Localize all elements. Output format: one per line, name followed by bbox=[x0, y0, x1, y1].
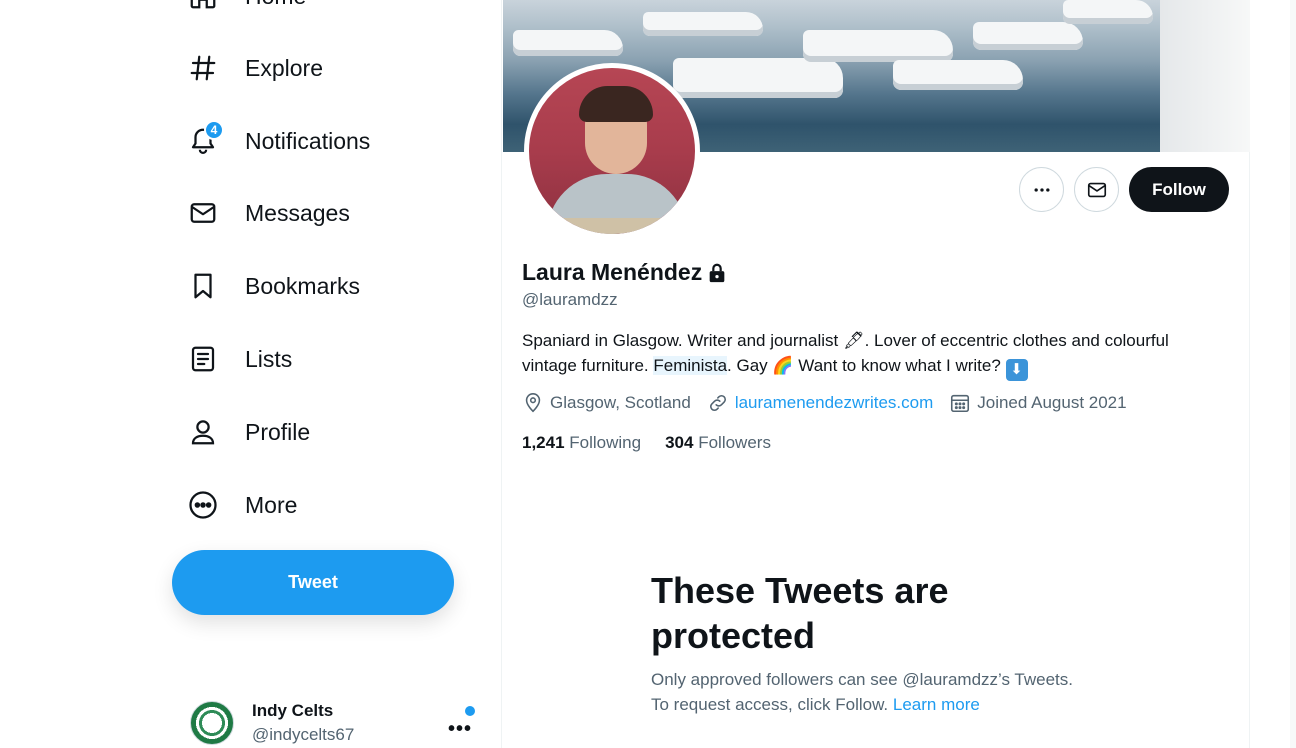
banner-pier bbox=[1160, 0, 1250, 152]
profile-meta: Glasgow, Scotland lauramenendezwrites.co… bbox=[522, 392, 1143, 414]
message-button[interactable] bbox=[1074, 167, 1119, 212]
banner-boat bbox=[643, 12, 763, 36]
pen-emoji: 🖋 bbox=[842, 331, 865, 350]
following-link[interactable]: 1,241 Following bbox=[522, 433, 641, 453]
calendar-icon bbox=[951, 394, 970, 413]
profile-website[interactable]: lauramenendezwrites.com bbox=[707, 392, 933, 414]
more-dots-icon bbox=[1034, 187, 1049, 192]
bio-hashtag-highlight[interactable]: Feminista bbox=[653, 356, 728, 375]
sidebar-item-label: Bookmarks bbox=[245, 272, 361, 299]
hashtag-icon bbox=[180, 45, 226, 91]
profile-handle: @lauramdzz bbox=[522, 290, 618, 309]
banner-boat bbox=[513, 30, 623, 56]
protected-tweets-message: Only approved followers can see @lauramd… bbox=[651, 670, 1073, 714]
envelope-icon bbox=[1087, 182, 1106, 197]
bookmark-icon bbox=[180, 263, 226, 309]
banner-boat bbox=[893, 60, 1023, 90]
sidebar-item-label: More bbox=[245, 491, 298, 518]
rainbow-emoji: 🌈 bbox=[772, 356, 794, 375]
link-icon bbox=[709, 395, 726, 411]
sidebar-item-label: Explore bbox=[245, 54, 323, 81]
more-options-button[interactable] bbox=[1019, 167, 1064, 212]
followers-link[interactable]: 304 Followers bbox=[665, 433, 771, 453]
profile-joined: Joined August 2021 bbox=[949, 392, 1127, 414]
sidebar-item-label: Lists bbox=[245, 345, 293, 372]
unread-dot bbox=[465, 706, 475, 716]
account-switcher[interactable]: Indy Celts @indycelts67 ••• bbox=[190, 698, 480, 748]
tweet-button[interactable]: Tweet bbox=[172, 550, 454, 615]
sidebar-item-home[interactable]: Home bbox=[180, 0, 306, 20]
list-icon bbox=[180, 336, 226, 382]
more-circle-icon bbox=[180, 482, 226, 528]
sidebar-item-more[interactable]: More bbox=[180, 481, 297, 529]
sidebar-item-bookmarks[interactable]: Bookmarks bbox=[180, 262, 360, 310]
notification-badge: 4 bbox=[204, 120, 224, 140]
profile-display-name: Laura Menéndez bbox=[522, 259, 703, 285]
home-icon bbox=[180, 0, 226, 19]
banner-boat bbox=[803, 30, 953, 62]
envelope-icon bbox=[180, 190, 226, 236]
sidebar-item-profile[interactable]: Profile bbox=[180, 408, 310, 456]
sidebar-item-notifications[interactable]: 4 Notifications bbox=[180, 117, 370, 165]
sidebar-item-label: Notifications bbox=[245, 127, 371, 154]
more-dots-icon[interactable]: ••• bbox=[448, 718, 472, 741]
banner-boat bbox=[1063, 0, 1153, 24]
avatar bbox=[190, 701, 234, 745]
profile-avatar[interactable] bbox=[524, 63, 700, 239]
sidebar-item-messages[interactable]: Messages bbox=[180, 189, 350, 237]
bell-icon: 4 bbox=[180, 118, 226, 164]
banner-boat bbox=[673, 58, 843, 98]
down-arrow-emoji: ⬇ bbox=[1005, 359, 1028, 381]
sidebar-item-label: Profile bbox=[245, 418, 311, 445]
location-pin-icon bbox=[525, 393, 541, 413]
account-handle: @indycelts67 bbox=[252, 725, 355, 744]
sidebar-item-label: Messages bbox=[245, 199, 350, 226]
profile-location: Glasgow, Scotland bbox=[522, 392, 691, 414]
follow-button[interactable]: Follow bbox=[1129, 167, 1229, 212]
profile-stats: 1,241 Following 304 Followers bbox=[522, 433, 795, 453]
profile-column: Follow Laura Menéndez @lauramdzz Spaniar… bbox=[501, 0, 1250, 748]
learn-more-link[interactable]: Learn more bbox=[893, 695, 980, 714]
person-icon bbox=[180, 409, 226, 455]
account-name: Indy Celts bbox=[252, 701, 334, 720]
website-link[interactable]: lauramenendezwrites.com bbox=[735, 393, 933, 413]
right-panel-edge bbox=[1290, 0, 1296, 748]
sidebar-item-lists[interactable]: Lists bbox=[180, 335, 292, 383]
protected-tweets-title: These Tweets are protected bbox=[651, 570, 949, 656]
sidebar-item-explore[interactable]: Explore bbox=[180, 44, 323, 92]
sidebar-item-label: Home bbox=[245, 0, 306, 10]
banner-boat bbox=[973, 22, 1083, 50]
profile-bio: Spaniard in Glasgow. Writer and journali… bbox=[522, 328, 1202, 381]
lock-icon bbox=[709, 263, 725, 282]
